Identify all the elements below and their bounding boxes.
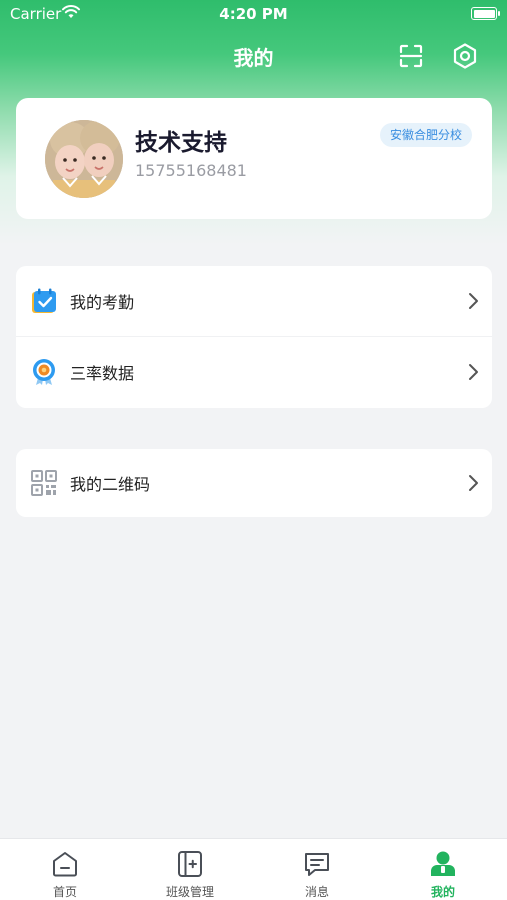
tab-label-messages: 消息 [304,885,329,899]
user-phone: 15755168481 [135,161,247,180]
menu-item-three-rates[interactable]: 三率数据 [16,336,492,406]
tab-messages[interactable]: 消息 [254,839,380,900]
tab-bar: 首页 班级管理 消息 我的 [0,838,507,900]
qr-code-icon [31,470,57,496]
tab-mine[interactable]: 我的 [380,839,506,900]
menu-item-attendance[interactable]: 我的考勤 [16,266,492,336]
profile-card[interactable]: 技术支持 15755168481 安徽合肥分校 [16,98,492,219]
scan-icon[interactable] [397,42,425,70]
avatar-photo [45,120,123,198]
menu-label-attendance: 我的考勤 [70,293,135,312]
menu-item-qr-code[interactable]: 我的二维码 [16,449,492,517]
chevron-right-icon [469,475,478,491]
menu-label-three-rates: 三率数据 [70,363,135,383]
page-title: 我的 [233,46,274,70]
tab-home[interactable]: 首页 [2,839,128,900]
settings-icon[interactable] [451,42,479,70]
calendar-check-icon [32,288,56,313]
tab-label-class-management: 班级管理 [165,885,214,899]
tab-class-management[interactable]: 班级管理 [127,839,253,900]
menu-group-2: 我的二维码 [16,449,492,517]
chevron-right-icon [469,293,478,309]
battery-icon [471,7,500,20]
chevron-right-icon [469,363,478,380]
status-bar: Carrier 4:20 PM [0,0,507,28]
branch-badge: 安徽合肥分校 [379,123,472,147]
nav-bar: 我的 [0,30,507,80]
home-icon [53,852,77,877]
menu-group-1: 我的考勤 三率数据 [16,266,492,408]
class-icon [178,851,202,877]
medal-icon [33,358,55,385]
menu-label-qr-code: 我的二维码 [70,475,151,494]
avatar[interactable] [45,120,123,198]
message-icon [305,853,329,876]
tab-label-home: 首页 [52,885,77,899]
clock: 4:20 PM [219,5,288,23]
user-name: 技术支持 [135,130,227,156]
tab-label-mine: 我的 [430,885,455,899]
user-icon [431,851,455,876]
